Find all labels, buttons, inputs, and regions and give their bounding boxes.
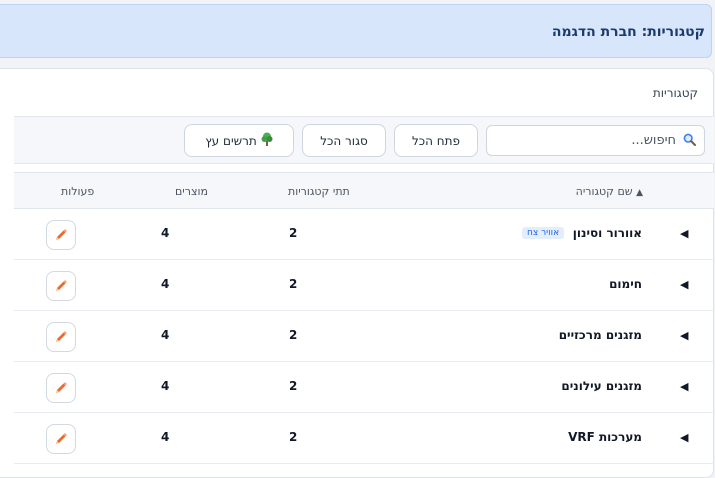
collapse-all-button[interactable]: סגור הכל — [302, 124, 386, 157]
expand-caret-icon[interactable]: ◀ — [680, 380, 688, 393]
products-count: 4 — [161, 327, 170, 342]
category-name: מזגנים עילונים — [561, 378, 642, 393]
tree-chart-label: תרשים עץ — [205, 133, 257, 148]
pencil-icon — [56, 228, 67, 240]
subcategories-count: 2 — [289, 276, 298, 291]
category-name: אוורור וסינון — [572, 225, 642, 240]
edit-button[interactable] — [46, 321, 76, 352]
section-title: קטגוריות — [652, 86, 698, 100]
page-header: קטגוריות: חברת הדגמה — [0, 4, 712, 58]
subcategories-count: 2 — [289, 225, 298, 240]
category-name: מזגנים מרכזיים — [558, 327, 642, 342]
expand-all-button[interactable]: פתח הכל — [394, 124, 478, 157]
column-header-actions: פעולות — [61, 185, 95, 198]
products-count: 4 — [161, 276, 170, 291]
expand-caret-icon[interactable]: ◀ — [680, 227, 688, 240]
pencil-icon — [56, 432, 67, 444]
pencil-icon — [56, 330, 67, 342]
edit-button[interactable] — [46, 423, 76, 454]
sort-indicator-icon: ▲ — [636, 188, 643, 198]
products-count: 4 — [161, 429, 170, 444]
search-input[interactable] — [494, 132, 678, 149]
pencil-icon — [56, 381, 67, 393]
subcategories-count: 2 — [289, 429, 298, 444]
edit-button[interactable] — [46, 372, 76, 403]
search-box[interactable] — [486, 125, 705, 156]
category-name: חימום — [609, 276, 642, 291]
subcategories-count: 2 — [289, 378, 298, 393]
tree-icon — [261, 132, 273, 149]
expand-all-label: פתח הכל — [411, 133, 461, 148]
expand-caret-icon[interactable]: ◀ — [680, 329, 688, 342]
subcategories-count: 2 — [289, 327, 298, 342]
column-header-name[interactable]: שם קטגוריה ▲ — [576, 185, 643, 198]
edit-button[interactable] — [46, 270, 76, 301]
column-header-subcategories: תתי קטגוריות — [288, 185, 350, 198]
expand-caret-icon[interactable]: ◀ — [680, 278, 688, 291]
expand-caret-icon[interactable]: ◀ — [680, 431, 688, 444]
page-title: קטגוריות: חברת הדגמה — [551, 24, 705, 40]
column-header-products: מוצרים — [175, 185, 208, 198]
column-name-label: שם קטגוריה — [575, 185, 633, 198]
pencil-icon — [56, 279, 67, 291]
edit-button[interactable] — [46, 219, 76, 250]
category-name: מערכות VRF — [568, 429, 642, 444]
tree-chart-button[interactable]: תרשים עץ — [184, 124, 294, 157]
collapse-all-label: סגור הכל — [320, 133, 368, 148]
category-tag-badge: אוויר צח — [522, 226, 565, 239]
products-count: 4 — [161, 378, 170, 393]
products-count: 4 — [161, 225, 170, 240]
search-icon — [683, 131, 696, 150]
